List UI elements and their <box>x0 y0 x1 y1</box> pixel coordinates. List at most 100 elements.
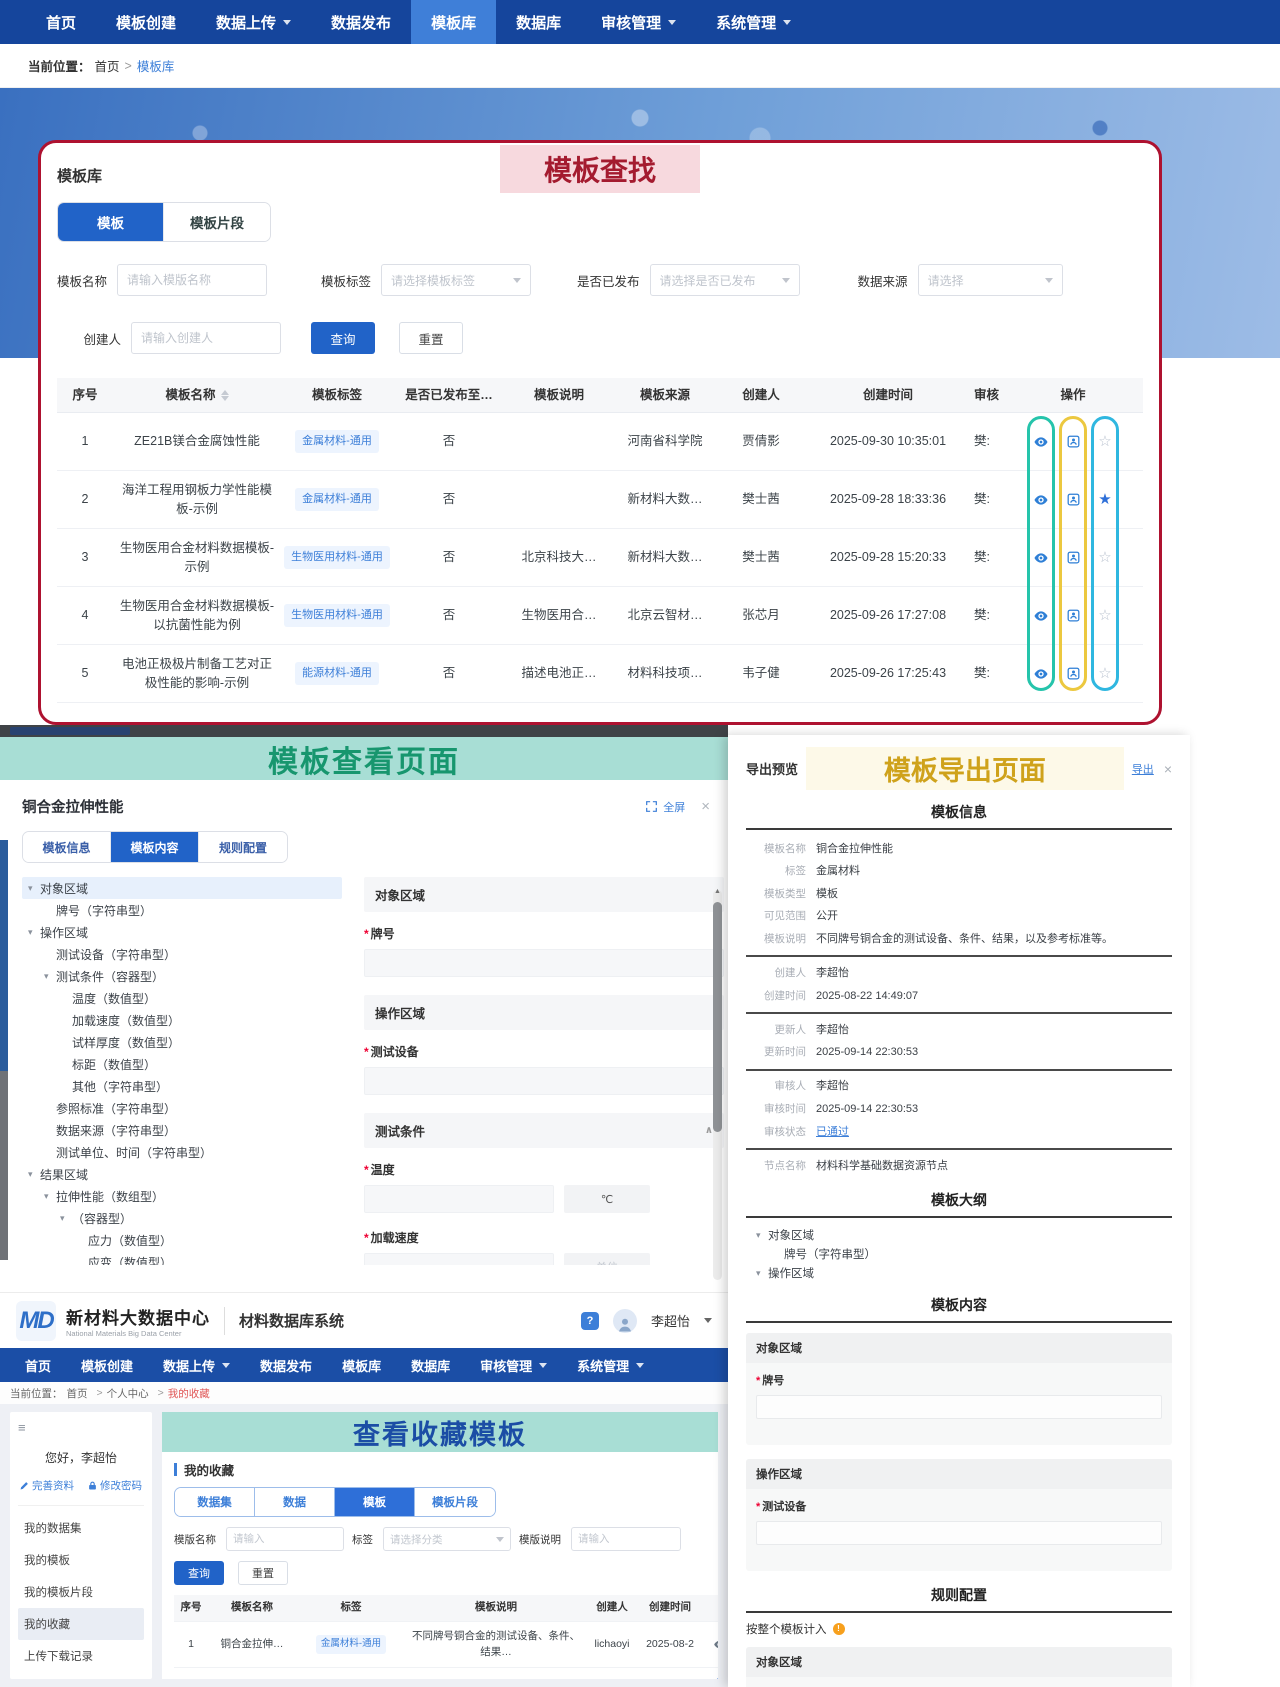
viewer-tab[interactable]: 规则配置 <box>199 832 287 862</box>
tree-expand-icon[interactable]: ▾ <box>60 1213 72 1224</box>
fav-tag-select[interactable]: 请选择分类 <box>383 1527 511 1551</box>
top-nav-item[interactable]: 数据上传 <box>196 0 311 44</box>
view-eye-icon[interactable] <box>1031 432 1051 452</box>
temperature-input[interactable] <box>364 1185 554 1213</box>
scrollbar-up-icon[interactable]: ▲ <box>713 888 722 895</box>
breadcrumb-home[interactable]: 首页 <box>95 56 120 75</box>
favorite-star-icon[interactable] <box>1095 548 1115 568</box>
template-tag-select[interactable]: 请选择模板标签 <box>381 264 531 296</box>
loading-speed-input[interactable] <box>364 1253 554 1265</box>
tree-item[interactable]: ▾ 其他（字符串型） <box>22 1075 342 1097</box>
portal-nav-item[interactable]: 首页 <box>10 1348 66 1382</box>
brand-input[interactable] <box>364 949 724 977</box>
fullscreen-button[interactable]: 全屏 <box>646 799 685 815</box>
cell-template-name[interactable]: 生物医用合金材料数据模板-示例 <box>113 533 281 583</box>
chevron-down-icon[interactable] <box>704 1318 712 1323</box>
view-eye-icon[interactable] <box>1031 606 1051 626</box>
tree-item[interactable]: ▾ 温度（数值型） <box>22 987 342 1009</box>
scrollbar[interactable]: ▲ <box>713 890 722 1280</box>
tree-item[interactable]: ▾ 牌号（字符串型） <box>22 899 342 921</box>
portal-nav-item[interactable]: 数据上传 <box>148 1348 245 1382</box>
breadcrumb-home[interactable]: 首页 <box>67 1386 88 1401</box>
tree-item[interactable]: ▾ 加载速度（数值型） <box>22 1009 342 1031</box>
view-eye-icon[interactable] <box>1031 664 1051 684</box>
sidebar-menu-item[interactable]: 我的模板片段 <box>18 1576 144 1608</box>
library-type-tab[interactable]: 模板片段 <box>164 203 270 241</box>
sort-icon[interactable] <box>221 390 229 401</box>
sidebar-menu-item[interactable]: 上传下载记录 <box>18 1640 144 1672</box>
scrollbar-thumb[interactable] <box>713 902 722 1132</box>
search-button[interactable]: 查询 <box>311 322 375 354</box>
test-device-input[interactable] <box>364 1067 724 1095</box>
sidebar-menu-item[interactable]: 我的数据集 <box>18 1512 144 1544</box>
fav-desc-input[interactable] <box>571 1527 681 1551</box>
cell-template-name[interactable]: 生物医用合金材料数据模板-以抗菌性能为例 <box>113 591 281 641</box>
favorites-tab[interactable]: 模板 <box>335 1488 415 1516</box>
cell-template-name[interactable]: 电池正极极片制备工艺对正极性能的影响-示例 <box>113 649 281 699</box>
tree-item[interactable]: ▾ 测试设备（字符串型） <box>22 943 342 965</box>
tree-item[interactable]: ▾ 标距（数值型） <box>22 1053 342 1075</box>
fav-cell-name[interactable]: 铜合金拉伸… <box>208 1632 296 1658</box>
published-select[interactable]: 请选择是否已发布 <box>650 264 800 296</box>
portal-nav-item[interactable]: 模板创建 <box>66 1348 148 1382</box>
favorite-star-icon[interactable] <box>1095 432 1115 452</box>
portal-nav-item[interactable]: 审核管理 <box>465 1348 562 1382</box>
tree-item[interactable]: ▾ 对象区域 <box>22 877 342 899</box>
favorites-tab[interactable]: 模板片段 <box>415 1488 495 1516</box>
user-name[interactable]: 李超怡 <box>651 1311 690 1330</box>
pagination-page-1[interactable]: 1 <box>717 1678 719 1679</box>
cell-template-name[interactable]: ZE21B镁合金腐蚀性能 <box>113 417 281 467</box>
top-nav-item[interactable]: 模板创建 <box>96 0 196 44</box>
fav-search-button[interactable]: 查询 <box>174 1561 224 1585</box>
tree-item[interactable]: ▾ 测试单位、时间（字符串型） <box>22 1141 342 1163</box>
tree-expand-icon[interactable]: ▾ <box>28 927 40 938</box>
portal-nav-item[interactable]: 数据库 <box>396 1348 465 1382</box>
fav-reset-button[interactable]: 重置 <box>238 1561 288 1585</box>
favorite-star-icon[interactable] <box>1095 606 1115 626</box>
view-eye-icon[interactable] <box>709 1635 718 1655</box>
template-name-input[interactable] <box>117 264 267 296</box>
tree-item[interactable]: ▾ （容器型） <box>22 1207 342 1229</box>
tree-item[interactable]: ▾ 试样厚度（数值型） <box>22 1031 342 1053</box>
portal-nav-item[interactable]: 系统管理 <box>562 1348 659 1382</box>
viewer-tab[interactable]: 模板信息 <box>23 832 111 862</box>
view-eye-icon[interactable] <box>1031 490 1051 510</box>
creator-input[interactable] <box>131 322 281 354</box>
tree-item[interactable]: ▾ 测试条件（容器型） <box>22 965 342 987</box>
favorites-tab[interactable]: 数据集 <box>175 1488 255 1516</box>
sidebar-menu-item[interactable]: 我的模板 <box>18 1544 144 1576</box>
view-eye-icon[interactable] <box>1031 548 1051 568</box>
breadcrumb-personal-center[interactable]: 个人中心 <box>107 1386 149 1401</box>
tree-item[interactable]: ▾ 应力（数值型） <box>22 1229 342 1251</box>
top-nav-item[interactable]: 数据发布 <box>311 0 411 44</box>
top-nav-item[interactable]: 审核管理 <box>581 0 696 44</box>
favorite-star-icon[interactable] <box>1095 490 1115 510</box>
change-password-link[interactable]: 修改密码 <box>88 1478 142 1493</box>
close-icon[interactable]: × <box>701 798 710 815</box>
tree-item[interactable]: ▾ 数据来源（字符串型） <box>22 1119 342 1141</box>
export-button[interactable]: 导出 <box>1132 761 1154 777</box>
top-nav-item[interactable]: 系统管理 <box>696 0 811 44</box>
help-icon[interactable]: ? <box>581 1312 599 1330</box>
tree-item[interactable]: ▾ 结果区域 <box>22 1163 342 1185</box>
export-icon[interactable] <box>1063 606 1083 626</box>
portal-nav-item[interactable]: 模板库 <box>327 1348 396 1382</box>
tree-expand-icon[interactable]: ▾ <box>28 1169 40 1180</box>
portal-nav-item[interactable]: 数据发布 <box>245 1348 327 1382</box>
top-nav-item[interactable]: 模板库 <box>411 0 496 44</box>
export-icon[interactable] <box>1063 664 1083 684</box>
sidebar-menu-item[interactable]: 我的收藏 <box>18 1608 144 1640</box>
tree-item[interactable]: ▾ 参照标准（字符串型） <box>22 1097 342 1119</box>
tree-expand-icon[interactable]: ▾ <box>44 971 56 982</box>
export-icon[interactable] <box>1063 490 1083 510</box>
top-nav-item[interactable]: 首页 <box>26 0 96 44</box>
avatar[interactable] <box>613 1309 637 1333</box>
close-icon[interactable]: × <box>1164 761 1172 777</box>
favorites-tab[interactable]: 数据 <box>255 1488 335 1516</box>
export-icon[interactable] <box>1063 548 1083 568</box>
collapse-icon[interactable]: ∧ <box>705 1125 713 1136</box>
top-nav-item[interactable]: 数据库 <box>496 0 581 44</box>
tree-item[interactable]: ▾ 操作区域 <box>22 921 342 943</box>
data-source-select[interactable]: 请选择 <box>918 264 1063 296</box>
cell-template-name[interactable]: 海洋工程用钢板力学性能模板-示例 <box>113 475 281 525</box>
